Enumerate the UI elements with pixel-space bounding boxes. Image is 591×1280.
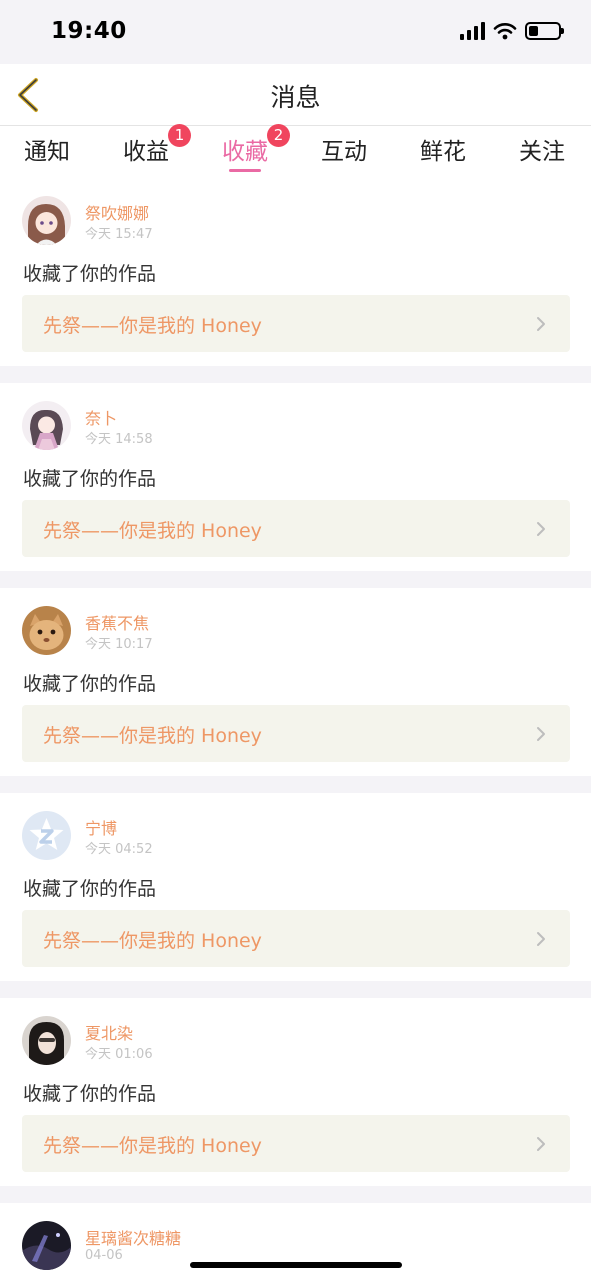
work-link[interactable]: 先祭——你是我的 Honey <box>22 910 570 967</box>
tab-flowers[interactable]: 鲜花 <box>408 132 478 166</box>
tab-earnings[interactable]: 收益 1 <box>111 124 191 166</box>
user-name[interactable]: 奈卜 <box>85 405 117 429</box>
user-name[interactable]: 夏北染 <box>85 1020 133 1044</box>
avatar[interactable] <box>22 1221 71 1270</box>
home-indicator[interactable] <box>190 1262 402 1268</box>
work-title: 先祭——你是我的 Honey <box>43 520 262 542</box>
tab-follows[interactable]: 关注 <box>507 132 577 166</box>
tab-label: 关注 <box>519 139 565 165</box>
work-title: 先祭——你是我的 Honey <box>43 1135 262 1157</box>
action-text: 收藏了你的作品 <box>23 468 157 490</box>
timestamp: 今天 10:17 <box>85 637 153 652</box>
action-text: 收藏了你的作品 <box>23 673 157 695</box>
work-link[interactable]: 先祭——你是我的 Honey <box>22 705 570 762</box>
list-item: 奈卜 今天 14:58 收藏了你的作品 先祭——你是我的 Honey <box>0 383 591 571</box>
page-title: 消息 <box>270 83 321 112</box>
action-text: 收藏了你的作品 <box>23 878 157 900</box>
badge-count: 2 <box>267 124 290 147</box>
tab-favorites[interactable]: 收藏 2 <box>210 124 290 172</box>
list-item: 香蕉不焦 今天 10:17 收藏了你的作品 先祭——你是我的 Honey <box>0 588 591 776</box>
chevron-right-icon <box>537 317 545 331</box>
list-item: 祭吹娜娜 今天 15:47 收藏了你的作品 先祭——你是我的 Honey <box>0 178 591 366</box>
chevron-right-icon <box>537 727 545 741</box>
chevron-right-icon <box>537 1137 545 1151</box>
tab-label: 互动 <box>321 139 367 165</box>
work-link[interactable]: 先祭——你是我的 Honey <box>22 295 570 352</box>
work-title: 先祭——你是我的 Honey <box>43 315 262 337</box>
user-name[interactable]: 祭吹娜娜 <box>85 200 149 224</box>
list-item: 星璃酱次糖糖 04-06 <box>0 1203 591 1280</box>
tab-label: 通知 <box>24 139 70 165</box>
nav-bar: 消息 <box>0 64 591 126</box>
action-text: 收藏了你的作品 <box>23 1083 157 1105</box>
active-tab-indicator <box>229 169 261 172</box>
list-item: 宁博 今天 04:52 收藏了你的作品 先祭——你是我的 Honey <box>0 793 591 981</box>
timestamp: 今天 01:06 <box>85 1047 153 1062</box>
tab-label: 鲜花 <box>420 139 466 165</box>
tab-bar: 通知 收益 1 收藏 2 互动 鲜花 关注 <box>0 124 591 178</box>
list-item: 夏北染 今天 01:06 收藏了你的作品 先祭——你是我的 Honey <box>0 998 591 1186</box>
avatar[interactable] <box>22 196 71 245</box>
avatar[interactable] <box>22 606 71 655</box>
avatar[interactable] <box>22 811 71 860</box>
user-name[interactable]: 香蕉不焦 <box>85 610 149 634</box>
chevron-right-icon <box>537 932 545 946</box>
user-name[interactable]: 星璃酱次糖糖 <box>85 1225 181 1249</box>
work-title: 先祭——你是我的 Honey <box>43 725 262 747</box>
wifi-icon <box>493 23 517 40</box>
action-text: 收藏了你的作品 <box>23 263 157 285</box>
status-time: 19:40 <box>51 18 127 44</box>
badge-count: 1 <box>168 124 191 147</box>
work-title: 先祭——你是我的 Honey <box>43 930 262 952</box>
signal-icon <box>460 22 485 40</box>
status-bar: 19:40 <box>0 0 591 64</box>
avatar[interactable] <box>22 401 71 450</box>
battery-icon <box>525 22 564 40</box>
tab-interactions[interactable]: 互动 <box>309 132 379 166</box>
timestamp: 04-06 <box>85 1248 123 1263</box>
work-link[interactable]: 先祭——你是我的 Honey <box>22 1115 570 1172</box>
user-name[interactable]: 宁博 <box>85 815 117 839</box>
timestamp: 今天 14:58 <box>85 432 153 447</box>
timestamp: 今天 15:47 <box>85 227 153 242</box>
status-icons <box>460 22 564 40</box>
work-link[interactable]: 先祭——你是我的 Honey <box>22 500 570 557</box>
timestamp: 今天 04:52 <box>85 842 153 857</box>
tab-label: 收藏 <box>222 139 268 165</box>
chevron-right-icon <box>537 522 545 536</box>
tab-label: 收益 <box>123 139 169 165</box>
avatar[interactable] <box>22 1016 71 1065</box>
tab-notifications[interactable]: 通知 <box>12 132 82 166</box>
